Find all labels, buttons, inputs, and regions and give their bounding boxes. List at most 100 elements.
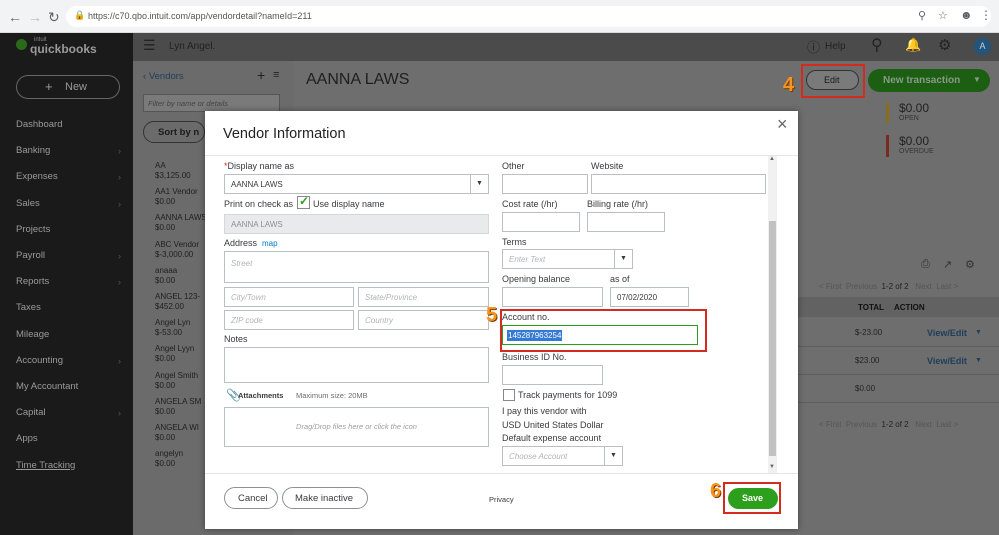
pager-next[interactable]: Next <box>915 282 931 291</box>
display-name-value: AANNA LAWS <box>231 180 283 189</box>
pay-with-currency: USD United States Dollar <box>502 420 604 430</box>
help-icon[interactable]: ⓘ <box>807 37 820 56</box>
sidebar-item-capital[interactable]: Capital <box>16 407 46 418</box>
terms-select[interactable]: Enter Text ▼ <box>502 249 633 269</box>
as-of-date-input[interactable]: 07/02/2020 <box>610 287 689 307</box>
help-label[interactable]: Help <box>825 41 846 52</box>
pager-previous[interactable]: Previous <box>846 282 877 291</box>
city-input[interactable]: City/Town <box>224 287 354 307</box>
cancel-label: Cancel <box>238 493 268 504</box>
scroll-down-icon[interactable]: ▼ <box>769 464 775 470</box>
pager-previous[interactable]: Previous <box>846 420 877 429</box>
other-label: Other <box>502 161 525 171</box>
sort-by-button[interactable]: Sort by n <box>143 121 205 143</box>
sidebar-item-expenses[interactable]: Expenses <box>16 171 58 182</box>
table-settings-icon[interactable]: ⚙ <box>965 258 975 271</box>
street-input[interactable]: Street <box>224 251 489 283</box>
privacy-link[interactable]: Privacy <box>489 495 514 504</box>
scrollbar-track[interactable]: ▲ ▼ <box>768 156 777 473</box>
caret-down-icon[interactable]: ▼ <box>975 329 982 336</box>
zip-placeholder: ZIP code <box>231 316 263 325</box>
vendor-filter-input[interactable]: Filter by name or details <box>143 94 280 112</box>
back-to-vendors-link[interactable]: ‹ Vendors <box>143 71 184 82</box>
profile-icon[interactable]: ☻ <box>960 8 973 22</box>
sidebar-item-dashboard[interactable]: Dashboard <box>16 119 62 130</box>
pager-first[interactable]: < First <box>819 282 841 291</box>
search-icon[interactable]: ⚲ <box>871 35 883 55</box>
dropdown-caret-icon: ▼ <box>620 255 627 262</box>
qb-logo-icon <box>16 39 27 50</box>
hamburger-icon[interactable]: ☰ <box>143 37 156 54</box>
left-nav: intuit quickbooks + New Dashboard Banking… <box>0 33 133 535</box>
scroll-up-icon[interactable]: ▲ <box>769 156 775 162</box>
sidebar-item-apps[interactable]: Apps <box>16 433 38 444</box>
notes-textarea[interactable] <box>224 347 489 383</box>
close-icon[interactable]: × <box>777 114 788 135</box>
forward-icon[interactable]: → <box>28 9 42 25</box>
make-inactive-button[interactable]: Make inactive <box>282 487 368 509</box>
chevron-right-icon: › <box>118 408 121 419</box>
pager-last[interactable]: Last > <box>936 420 958 429</box>
overdue-label: OVERDUE <box>899 148 934 155</box>
attachment-dropzone[interactable]: Drag/Drop files here or click the icon <box>224 407 489 447</box>
sidebar-item-time-tracking[interactable]: Time Tracking <box>16 460 75 471</box>
website-input[interactable] <box>591 174 766 194</box>
sidebar-item-my-accountant[interactable]: My Accountant <box>16 381 78 392</box>
address-bar[interactable]: 🔒 https://c70.qbo.intuit.com/app/vendord… <box>66 6 992 27</box>
zip-input[interactable]: ZIP code <box>224 310 354 330</box>
sidebar-item-reports[interactable]: Reports <box>16 276 49 287</box>
cost-rate-input[interactable] <box>502 212 580 232</box>
pager-first[interactable]: < First <box>819 420 841 429</box>
default-expense-select[interactable]: Choose Account ▼ <box>502 446 623 466</box>
map-link[interactable]: map <box>262 239 278 248</box>
view-edit-link[interactable]: View/Edit <box>927 328 967 338</box>
avatar[interactable]: A <box>974 38 991 55</box>
sidebar-item-projects[interactable]: Projects <box>16 224 50 235</box>
sidebar-item-payroll[interactable]: Payroll <box>16 250 45 261</box>
add-vendor-icon[interactable]: + <box>257 67 265 83</box>
other-input[interactable] <box>502 174 588 194</box>
use-display-name-checkbox[interactable]: ✓ <box>297 194 310 209</box>
list-settings-icon[interactable]: ≡ <box>273 69 279 81</box>
gear-icon[interactable]: ⚙ <box>938 36 951 54</box>
business-id-input[interactable] <box>502 365 603 385</box>
pager-next[interactable]: Next <box>915 420 931 429</box>
chevron-right-icon: › <box>118 251 121 261</box>
print-icon[interactable]: ⎙ <box>921 258 930 271</box>
view-edit-link[interactable]: View/Edit <box>927 356 967 366</box>
reload-icon[interactable]: ↻ <box>48 9 60 26</box>
scrollbar-thumb[interactable] <box>769 221 776 456</box>
display-name-label: *Display name as <box>224 161 295 171</box>
pager-last[interactable]: Last > <box>936 282 958 291</box>
browser-menu-icon[interactable]: ⋮ <box>980 8 992 22</box>
track-1099-label: Track payments for 1099 <box>518 390 618 400</box>
select-divider <box>614 250 615 268</box>
bell-icon[interactable]: 🔔 <box>905 37 921 53</box>
export-icon[interactable]: ↗ <box>943 258 952 271</box>
cancel-button[interactable]: Cancel <box>224 487 278 509</box>
billing-rate-input[interactable] <box>587 212 665 232</box>
state-input[interactable]: State/Province <box>358 287 489 307</box>
website-label: Website <box>591 161 624 171</box>
url-text: https://c70.qbo.intuit.com/app/vendordet… <box>88 11 312 21</box>
bookmark-star-icon[interactable]: ☆ <box>938 9 948 22</box>
footer-divider <box>205 473 798 474</box>
track-1099-checkbox[interactable] <box>503 389 515 401</box>
max-size-label: Maximum size: 20MB <box>296 391 368 400</box>
opening-balance-input[interactable] <box>502 287 603 307</box>
caret-down-icon[interactable]: ▼ <box>975 357 982 364</box>
select-divider <box>470 175 471 193</box>
sidebar-item-mileage[interactable]: Mileage <box>16 329 49 340</box>
pager-bottom: < First Previous 1-2 of 2 Next Last > <box>819 420 958 429</box>
terms-placeholder: Enter Text <box>509 255 546 264</box>
new-button[interactable]: + New <box>16 75 120 99</box>
display-name-select[interactable]: AANNA LAWS ▼ <box>224 174 489 194</box>
sidebar-item-accounting[interactable]: Accounting <box>16 355 63 366</box>
sidebar-item-banking[interactable]: Banking <box>16 145 50 156</box>
country-input[interactable]: Country <box>358 310 489 330</box>
new-transaction-button[interactable]: New transaction ▼ <box>868 69 990 92</box>
sidebar-item-sales[interactable]: Sales <box>16 198 40 209</box>
back-icon[interactable]: ← <box>8 9 22 25</box>
zoom-icon[interactable]: ⚲ <box>918 9 926 22</box>
sidebar-item-taxes[interactable]: Taxes <box>16 302 41 313</box>
